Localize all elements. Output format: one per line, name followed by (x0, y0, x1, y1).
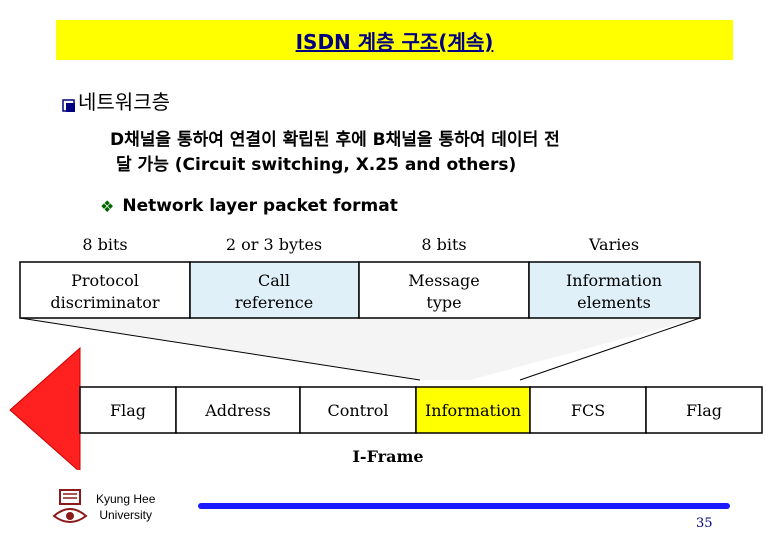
footer-org-line2: University (99, 508, 153, 522)
size-label-protocol: 8 bits (82, 235, 127, 254)
size-label-msg-type: 8 bits (421, 235, 466, 254)
packet-field-protocol-line1: Protocol (71, 271, 139, 290)
size-label-call-ref: 2 or 3 bytes (226, 235, 322, 254)
iframe-label-address: Address (204, 401, 271, 420)
iframe-fields (79, 386, 763, 434)
size-label-info: Varies (588, 235, 639, 254)
footer-org-line1: Kyung Hee (96, 492, 156, 506)
iframe-label-fcs: FCS (571, 401, 605, 420)
q-bullet-icon (62, 94, 76, 112)
iframe-caption: I-Frame (352, 447, 423, 466)
description-line2: 달 가능 (Circuit switching, X.25 and others… (116, 155, 517, 175)
slide-title: ISDN 계층 구조(계속) (295, 29, 494, 54)
bullet-packet-format: ❖ Network layer packet format (100, 196, 398, 216)
bullet-packet-format-text: Network layer packet format (122, 196, 398, 216)
slide-title-bar: ISDN 계층 구조(계속) (56, 20, 733, 60)
iframe-label-information: Information (425, 401, 521, 420)
packet-field-info-line2: elements (577, 293, 651, 312)
packet-field-msg-type-line1: Message (408, 271, 480, 290)
bullet-network-layer-text: 네트워크층 (78, 90, 170, 114)
iframe-label-flag-start: Flag (110, 401, 146, 420)
packet-field-call-ref-line2: reference (235, 293, 313, 312)
footer-divider (198, 503, 730, 509)
footer-university-name: Kyung Hee University (96, 491, 155, 523)
bullet-network-layer: 네트워크층 (62, 86, 170, 115)
packet-field-info-line1: Information (566, 271, 662, 290)
description-text: D채널을 통하여 연결이 확립된 후에 B채널을 통하여 데이터 전 달 가능 … (110, 128, 560, 178)
diamond-bullet-icon: ❖ (100, 196, 115, 216)
iframe-label-control: Control (327, 401, 388, 420)
packet-field-msg-type-line2: type (426, 293, 461, 312)
page-number: 35 (696, 516, 713, 531)
packet-format-diagram: 8 bits 2 or 3 bytes 8 bits Varies Protoc… (9, 235, 763, 470)
description-line1: D채널을 통하여 연결이 확립된 후에 B채널을 통하여 데이터 전 (110, 130, 560, 150)
packet-field-protocol-line2: discriminator (50, 293, 159, 312)
university-logo-icon (50, 488, 90, 528)
red-arrow-icon (10, 348, 80, 470)
iframe-label-flag-end: Flag (686, 401, 722, 420)
packet-field-call-ref-line1: Call (258, 271, 290, 290)
